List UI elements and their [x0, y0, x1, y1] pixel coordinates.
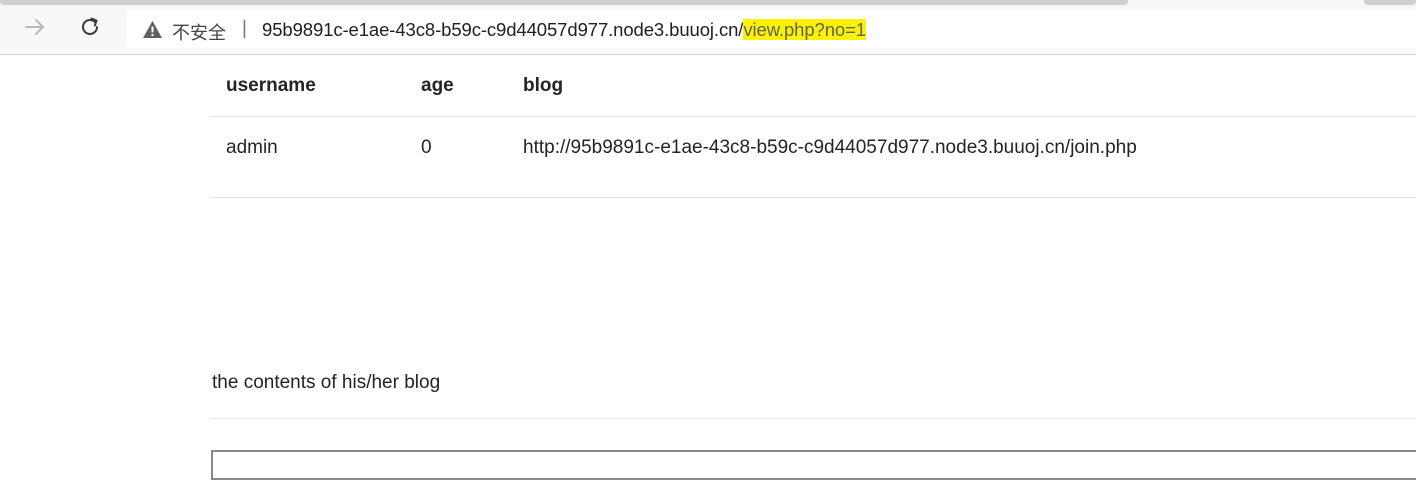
browser-toolbar: 不安全 | 95b9891c-e1ae-43c8-b59c-c9d44057d9… [0, 0, 1416, 55]
address-bar[interactable]: 不安全 | 95b9891c-e1ae-43c8-b59c-c9d44057d9… [126, 10, 1416, 48]
url-path-highlighted: view.php?no=1 [743, 19, 866, 40]
warning-triangle-icon[interactable] [142, 20, 163, 39]
tab-strip-edge [0, 0, 1128, 5]
url-text[interactable]: 95b9891c-e1ae-43c8-b59c-c9d44057d977.nod… [262, 19, 866, 41]
url-host: 95b9891c-e1ae-43c8-b59c-c9d44057d977.nod… [262, 19, 744, 40]
forward-button[interactable] [20, 12, 50, 42]
column-header-blog: blog [507, 55, 1416, 117]
column-header-username: username [210, 55, 405, 117]
tab-strip-edge-right [1364, 0, 1416, 5]
blog-iframe[interactable] [211, 450, 1416, 480]
cell-username: admin [210, 116, 405, 198]
divider [210, 418, 1416, 419]
address-separator: | [242, 18, 247, 39]
reload-icon [82, 17, 98, 35]
cell-age: 0 [405, 116, 507, 198]
column-header-age: age [405, 55, 507, 117]
reload-button[interactable] [75, 12, 105, 42]
forward-arrow-icon [25, 19, 44, 35]
user-table: username age blog admin 0 http://95b9891… [210, 55, 1416, 198]
blog-contents-heading: the contents of his/her blog [212, 372, 441, 393]
cell-blog: http://95b9891c-e1ae-43c8-b59c-c9d44057d… [507, 116, 1416, 198]
security-status-label[interactable]: 不安全 [172, 19, 226, 45]
page-content: username age blog admin 0 http://95b9891… [210, 55, 1416, 198]
table-header-row: username age blog [210, 55, 1416, 117]
table-row: admin 0 http://95b9891c-e1ae-43c8-b59c-c… [210, 116, 1416, 198]
